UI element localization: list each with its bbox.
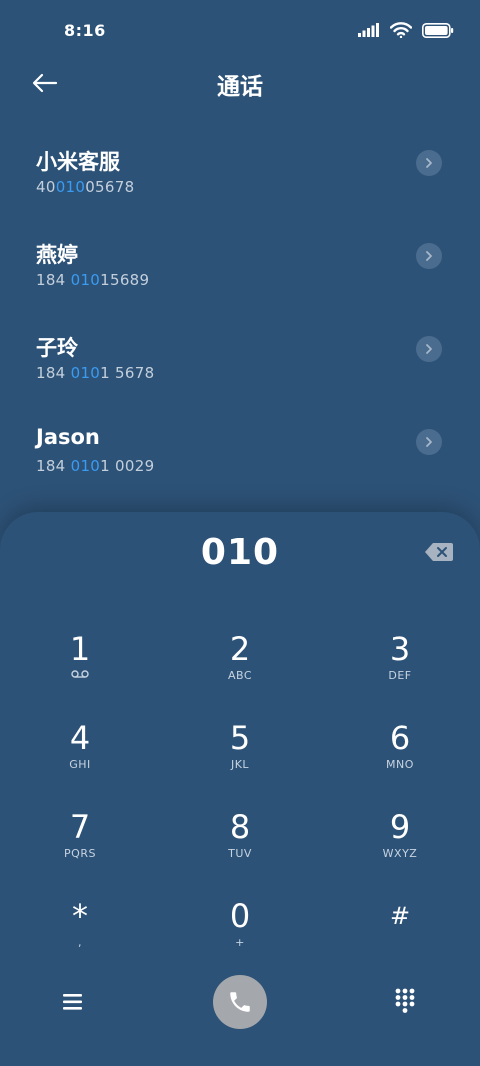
key-letters: , — [78, 936, 82, 949]
key-6[interactable]: 6 MNO — [340, 719, 460, 799]
contact-detail-button[interactable] — [416, 150, 442, 176]
number-prefix: 184 — [36, 364, 71, 382]
signal-icon — [358, 23, 379, 37]
key-letters: DEF — [388, 669, 412, 682]
contact-name: 子玲 — [36, 336, 78, 360]
key-2[interactable]: 2 ABC — [180, 630, 300, 710]
number-prefix: 184 — [36, 271, 71, 289]
number-match: 010 — [70, 271, 101, 289]
contact-item[interactable]: Jason 184 0101 0029 — [0, 409, 480, 502]
key-7[interactable]: 7 PQRS — [20, 808, 140, 888]
header: 通话 — [0, 62, 480, 104]
status-icons — [358, 22, 454, 38]
contact-detail-button[interactable] — [416, 336, 442, 362]
call-button[interactable] — [213, 975, 267, 1029]
contact-item[interactable]: 子玲 184 0101 5678 — [0, 316, 480, 409]
key-letters: WXYZ — [382, 847, 418, 860]
key-letters: JKL — [230, 758, 250, 771]
dial-input[interactable]: 010 — [0, 532, 480, 573]
contact-name: Jason — [36, 425, 100, 449]
key-digit: 9 — [389, 808, 411, 846]
contact-number: 184 0101 0029 — [36, 457, 154, 475]
key-digit: 2 — [229, 630, 251, 668]
key-letters: GHI — [69, 758, 91, 771]
dialer-panel: 010 1 2 ABC 3 DEF 4 GHI 5 JKL 6 MNO 7 PQ… — [0, 512, 480, 1066]
backspace-button[interactable] — [424, 542, 454, 564]
number-suffix: 15689 — [100, 271, 150, 289]
key-9[interactable]: 9 WXYZ — [340, 808, 460, 888]
number-suffix: 05678 — [85, 178, 135, 196]
contact-name: 小米客服 — [36, 150, 120, 174]
menu-button[interactable] — [58, 988, 88, 1016]
chevron-right-icon — [426, 251, 432, 261]
voicemail-icon — [71, 669, 89, 683]
menu-icon — [63, 994, 82, 1010]
status-time: 8:16 — [64, 21, 106, 40]
key-letters: PQRS — [64, 847, 96, 860]
key-digit: 7 — [69, 808, 91, 846]
battery-icon — [422, 22, 454, 38]
number-suffix: 1 0029 — [100, 457, 155, 475]
dialer-screen: 8:16 通话 小米客服 4001005678 燕婷 184 01015689 … — [0, 0, 480, 1066]
chevron-right-icon — [426, 344, 432, 354]
contact-item[interactable]: 燕婷 184 01015689 — [0, 223, 480, 316]
key-digit: 8 — [229, 808, 251, 846]
chevron-right-icon — [426, 437, 432, 447]
keypad-toggle-button[interactable] — [390, 986, 420, 1016]
contact-number: 184 0101 5678 — [36, 364, 154, 382]
contact-item[interactable]: 小米客服 4001005678 — [0, 130, 480, 223]
key-letters: TUV — [228, 847, 252, 860]
key-digit: 1 — [69, 630, 91, 668]
key-star[interactable]: * , — [20, 897, 140, 977]
number-suffix: 1 5678 — [100, 364, 155, 382]
phone-icon — [230, 992, 250, 1012]
contact-suggestion-list: 小米客服 4001005678 燕婷 184 01015689 子玲 184 0… — [0, 130, 480, 502]
key-digit: * — [72, 897, 88, 935]
key-4[interactable]: 4 GHI — [20, 719, 140, 799]
contact-name: 燕婷 — [36, 243, 78, 267]
key-hash[interactable]: # — [340, 897, 460, 977]
key-digit: 6 — [389, 719, 411, 757]
key-8[interactable]: 8 TUV — [180, 808, 300, 888]
page-title: 通话 — [217, 74, 263, 100]
key-letters: ABC — [227, 669, 253, 682]
contact-number: 4001005678 — [36, 178, 134, 196]
key-letters: + — [235, 936, 245, 949]
contact-number: 184 01015689 — [36, 271, 149, 289]
dialer-bottom-bar — [0, 972, 480, 1032]
key-digit: # — [389, 902, 411, 930]
key-1[interactable]: 1 — [20, 630, 140, 710]
number-prefix: 40 — [36, 178, 56, 196]
key-3[interactable]: 3 DEF — [340, 630, 460, 710]
key-digit: 4 — [69, 719, 91, 757]
key-digit: 5 — [229, 719, 251, 757]
key-digit: 0 — [229, 897, 251, 935]
key-letters: MNO — [386, 758, 414, 771]
number-match: 010 — [70, 364, 101, 382]
key-digit: 3 — [389, 630, 411, 668]
chevron-right-icon — [426, 158, 432, 168]
status-bar: 8:16 — [0, 0, 480, 62]
backspace-icon — [425, 543, 453, 561]
key-5[interactable]: 5 JKL — [180, 719, 300, 799]
dialpad-icon — [395, 988, 415, 1013]
key-0[interactable]: 0 + — [180, 897, 300, 977]
number-match: 010 — [55, 178, 86, 196]
contact-detail-button[interactable] — [416, 243, 442, 269]
contact-detail-button[interactable] — [416, 429, 442, 455]
wifi-icon — [390, 22, 412, 38]
number-match: 010 — [70, 457, 101, 475]
number-prefix: 184 — [36, 457, 71, 475]
